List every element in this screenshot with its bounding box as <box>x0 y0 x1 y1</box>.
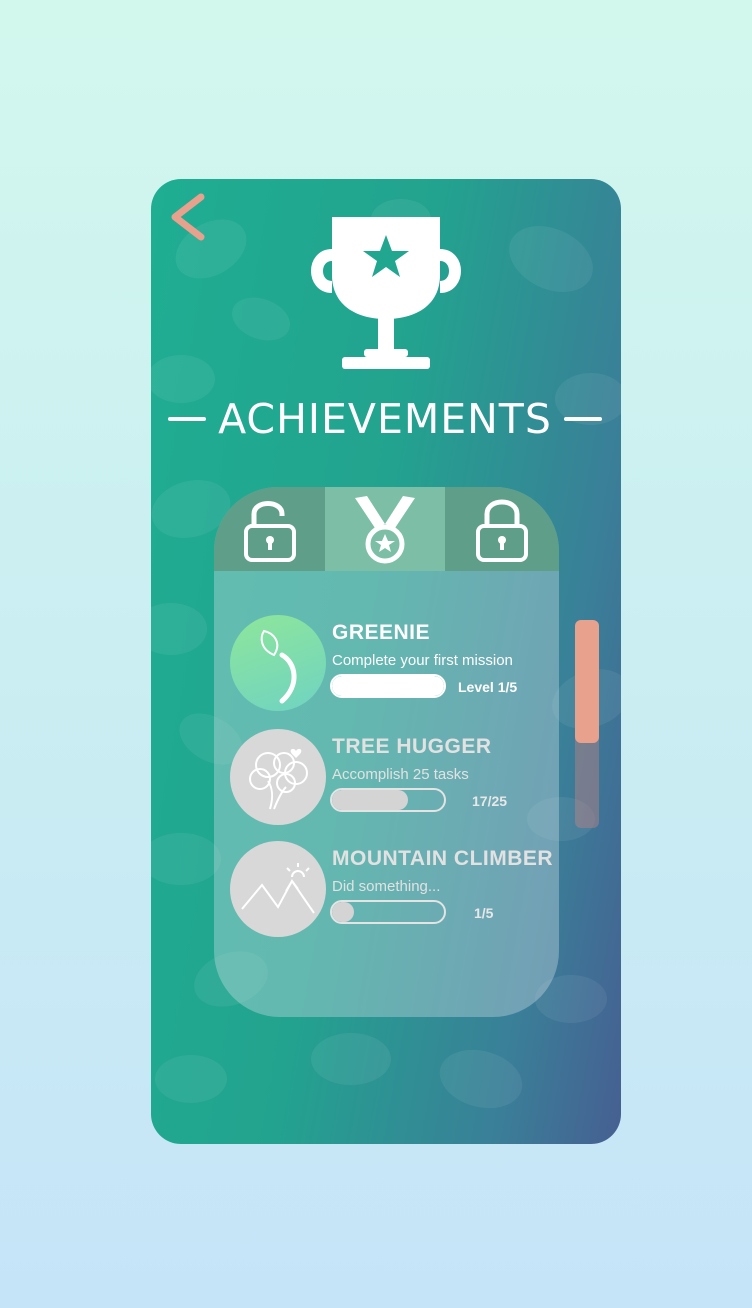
achievement-name: GREENIE <box>332 621 431 644</box>
progress-text: 1/5 <box>474 905 494 921</box>
progress-text: Level 1/5 <box>458 679 518 695</box>
achievement-description: Complete your first mission <box>332 652 513 669</box>
medal-icon <box>355 496 415 564</box>
achievement-badge <box>230 841 326 937</box>
tab-locked[interactable] <box>445 487 559 571</box>
achievement-tabs <box>214 487 559 571</box>
trophy-icon <box>311 217 461 369</box>
title-dash-left <box>168 417 207 421</box>
title-row: ACHIEVEMENTS <box>165 393 605 445</box>
progress-fill <box>332 790 409 810</box>
progress-fill <box>332 902 355 922</box>
title-dash-right <box>563 417 602 421</box>
back-chevron-icon[interactable] <box>165 191 209 243</box>
achievement-description: Did something... <box>332 878 441 895</box>
lock-open-icon <box>243 501 296 562</box>
achievement-greenie[interactable]: GREENIE Complete your first mission Leve… <box>230 615 550 711</box>
progress-bar <box>330 674 446 698</box>
achievement-description: Accomplish 25 tasks <box>332 766 469 783</box>
scrollbar-thumb[interactable] <box>575 620 599 743</box>
achievement-badge <box>230 729 326 825</box>
achievements-screen: ACHIEVEMENTS GREENIE Complete your first… <box>151 179 621 1144</box>
lock-icon <box>476 499 528 562</box>
progress-bar <box>330 788 446 812</box>
achievements-panel: GREENIE Complete your first mission Leve… <box>214 487 559 1017</box>
tab-medals[interactable] <box>325 487 445 571</box>
achievement-badge <box>230 615 326 711</box>
achievement-name: MOUNTAIN CLIMBER <box>332 847 554 870</box>
achievement-mountain-climber[interactable]: MOUNTAIN CLIMBER Did something... 1/5 <box>230 841 554 937</box>
progress-text: 17/25 <box>472 793 508 809</box>
achievement-tree-hugger[interactable]: TREE HUGGER Accomplish 25 tasks 17/25 <box>230 729 550 825</box>
tab-unlocked[interactable] <box>214 487 325 571</box>
page-title: ACHIEVEMENTS <box>218 395 552 443</box>
progress-bar <box>330 900 446 924</box>
progress-fill <box>332 676 444 696</box>
mountain-icon <box>241 863 315 914</box>
scrollbar[interactable] <box>575 620 599 828</box>
tree-heart-icon <box>249 748 308 810</box>
achievement-name: TREE HUGGER <box>332 735 492 758</box>
sprout-icon <box>260 629 297 704</box>
